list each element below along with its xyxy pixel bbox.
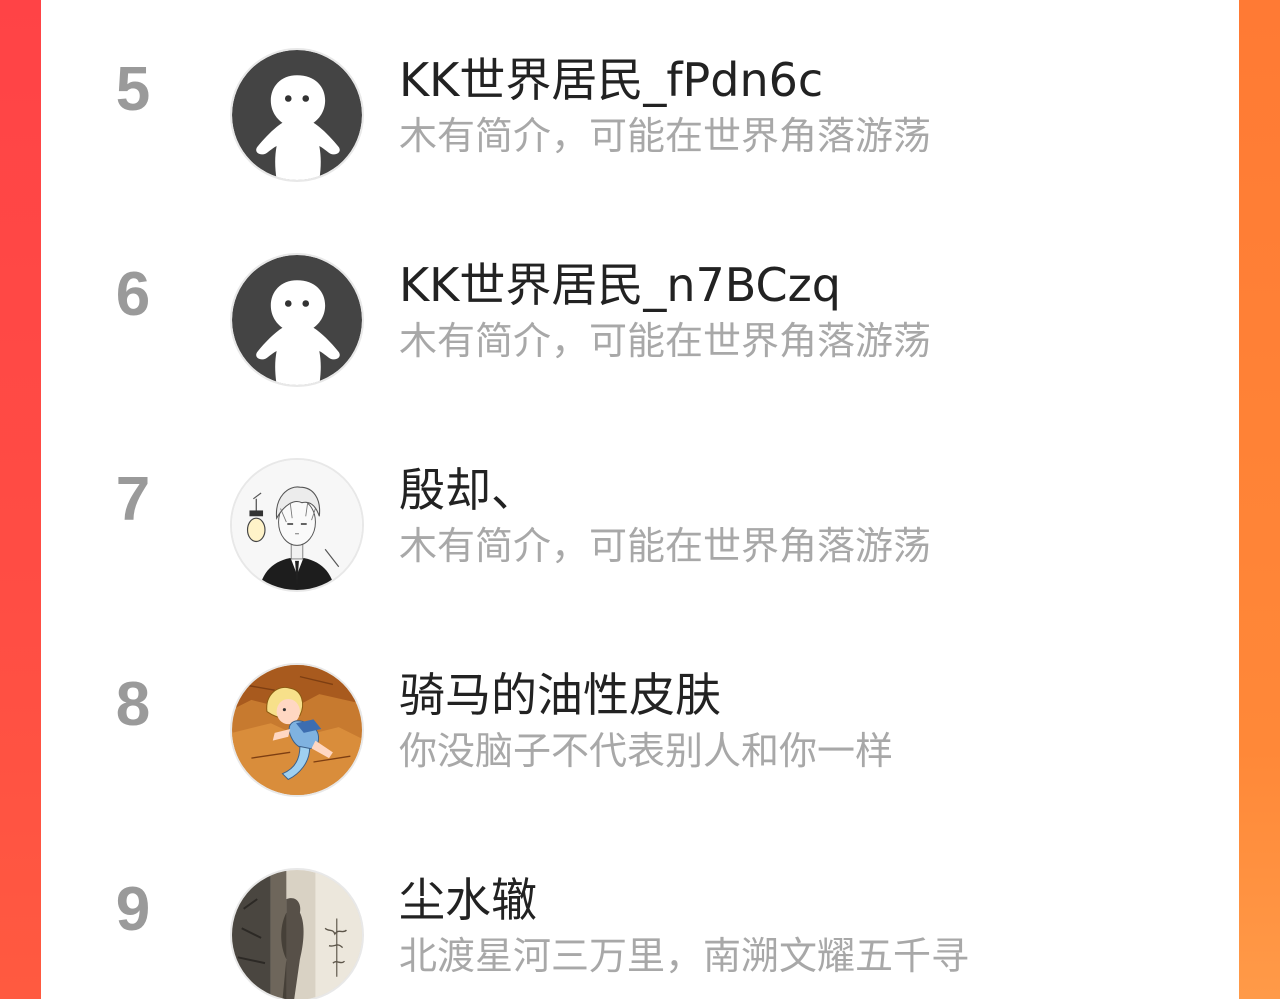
user-name[interactable]: 尘水辙 [399, 872, 537, 928]
user-bio: 北渡星河三万里，南溯文耀五千寻 [399, 934, 970, 978]
rank-number: 7 [115, 465, 151, 534]
cartoon-girl-avatar-icon [232, 665, 362, 795]
list-item[interactable]: 6 KK世界居民_n7BCzq 木有简介，可能在世界角落游荡 [41, 205, 1239, 387]
rank-number: 9 [115, 875, 151, 944]
rank-number: 5 [115, 55, 151, 124]
list-item[interactable]: 8 骑马的油性皮肤 你没脑子不代表别人和你一样 [41, 615, 1239, 797]
user-bio: 你没脑子不代表别人和你一样 [399, 729, 894, 773]
ranking-list: 5 KK世界居民_fPdn6c 木有简介，可能在世界角落游荡 6 KK世界居民_… [41, 0, 1239, 999]
list-item[interactable]: 7 殷却、 木有简介，可能在世界角落游荡 [41, 410, 1239, 592]
default-ghost-avatar-icon [232, 50, 362, 180]
rank-number: 8 [115, 670, 151, 739]
list-item[interactable]: 5 KK世界居民_fPdn6c 木有简介，可能在世界角落游荡 [41, 0, 1239, 182]
user-name[interactable]: KK世界居民_fPdn6c [399, 52, 823, 108]
right-orange-border [1239, 0, 1280, 999]
avatar[interactable] [230, 868, 364, 999]
avatar[interactable] [230, 253, 364, 387]
user-bio: 木有简介，可能在世界角落游荡 [399, 114, 932, 158]
left-red-border [0, 0, 41, 999]
user-bio: 木有简介，可能在世界角落游荡 [399, 319, 932, 363]
default-ghost-avatar-icon [232, 255, 362, 385]
avatar[interactable] [230, 458, 364, 592]
shadow-photo-avatar-icon [232, 870, 362, 999]
user-name[interactable]: KK世界居民_n7BCzq [399, 257, 841, 313]
avatar[interactable] [230, 663, 364, 797]
manga-boy-avatar-icon [232, 460, 362, 590]
user-name[interactable]: 殷却、 [399, 462, 537, 518]
avatar[interactable] [230, 48, 364, 182]
rank-number: 6 [115, 260, 151, 329]
list-item[interactable]: 9 尘水辙 北渡星河三万里，南溯文耀五千寻 [41, 820, 1239, 999]
user-name[interactable]: 骑马的油性皮肤 [399, 667, 721, 723]
user-bio: 木有简介，可能在世界角落游荡 [399, 524, 932, 568]
